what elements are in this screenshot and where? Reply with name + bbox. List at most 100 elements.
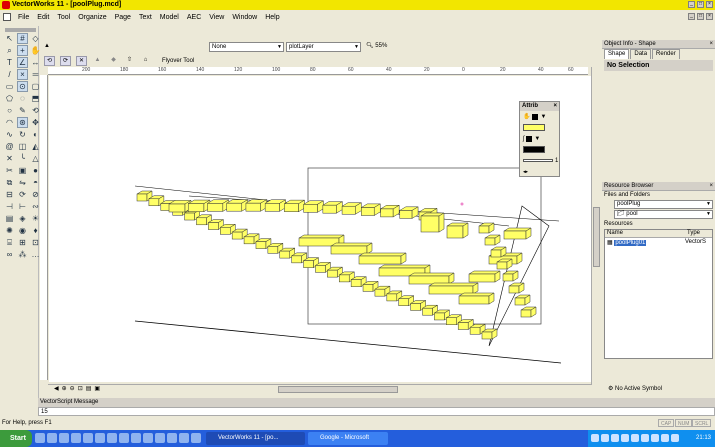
quick-launch-icon[interactable] bbox=[83, 433, 93, 443]
class-select[interactable]: None ▼ bbox=[209, 42, 284, 52]
rotate-icon[interactable]: ⟳ bbox=[17, 189, 28, 200]
attributes-close-icon[interactable]: × bbox=[553, 102, 557, 111]
mode-restrict-icon[interactable]: ✕ bbox=[76, 56, 87, 66]
zoom-page-icon[interactable]: ▤ bbox=[86, 385, 92, 392]
symbol-icon[interactable]: ◈ bbox=[17, 213, 28, 224]
object-info-close-icon[interactable]: × bbox=[709, 40, 713, 49]
doc-restore-button[interactable]: □ bbox=[697, 13, 704, 20]
light-icon[interactable]: ✺ bbox=[4, 225, 15, 236]
horizontal-scrollbar[interactable]: ◀ ⊕ ⊖ ⊡ ▤ ▣ bbox=[48, 384, 591, 393]
freehand-icon[interactable]: ∿ bbox=[4, 129, 15, 140]
table-row[interactable]: ▦ poolPlug01 VectorS bbox=[605, 238, 712, 246]
tab-data[interactable]: Data bbox=[630, 49, 652, 59]
close-button[interactable]: × bbox=[706, 1, 713, 8]
fill-color-swatch[interactable] bbox=[523, 124, 545, 131]
camera-icon[interactable]: ◉ bbox=[17, 225, 28, 236]
reshape-icon[interactable]: ◇ bbox=[30, 33, 41, 44]
palette-grip[interactable] bbox=[5, 28, 36, 32]
text-icon[interactable]: T bbox=[4, 57, 15, 68]
tray-icon[interactable] bbox=[651, 434, 659, 442]
offset-icon[interactable]: ⧉ bbox=[4, 177, 15, 188]
snap-object-icon[interactable]: + bbox=[17, 45, 28, 56]
quick-launch-icon[interactable] bbox=[71, 433, 81, 443]
locus-icon[interactable]: ✕ bbox=[4, 153, 15, 164]
quick-launch-icon[interactable] bbox=[107, 433, 117, 443]
task-browser[interactable]: Google - Microsoft Intern... bbox=[308, 432, 388, 445]
quick-launch-icon[interactable] bbox=[35, 433, 45, 443]
trim-icon[interactable]: ✂ bbox=[4, 165, 15, 176]
fillet-icon[interactable]: ╰ bbox=[17, 153, 28, 164]
arc-icon[interactable]: ◠ bbox=[4, 117, 15, 128]
snap-distance-icon[interactable]: ⊙ bbox=[17, 81, 28, 92]
tab-render[interactable]: Render bbox=[652, 49, 680, 59]
tray-icon[interactable] bbox=[591, 434, 599, 442]
clip-icon[interactable]: ⊟ bbox=[4, 189, 15, 200]
quick-launch-icon[interactable] bbox=[131, 433, 141, 443]
tray-icon[interactable] bbox=[621, 434, 629, 442]
zoom-out-icon[interactable]: ⊖ bbox=[70, 385, 75, 392]
menu-aec[interactable]: AEC bbox=[183, 14, 205, 21]
tray-icon[interactable] bbox=[631, 434, 639, 442]
zoom-icon[interactable]: ⌕ bbox=[4, 45, 15, 56]
tray-icon[interactable] bbox=[641, 434, 649, 442]
fill-dropdown-icon[interactable]: ▼ bbox=[540, 114, 546, 120]
split-icon[interactable]: ⊣ bbox=[4, 201, 15, 212]
menu-help[interactable]: Help bbox=[261, 14, 283, 21]
rectangle-icon[interactable]: ▭ bbox=[4, 81, 15, 92]
set-plane-icon[interactable]: ◫ bbox=[17, 141, 28, 152]
quick-launch-icon[interactable] bbox=[191, 433, 201, 443]
quick-launch-icon[interactable] bbox=[59, 433, 69, 443]
task-vectorworks[interactable]: VectorWorks 11 - [po... bbox=[206, 432, 305, 445]
arrowhead-icon[interactable]: ◂▸ bbox=[523, 169, 528, 175]
pen-color-swatch[interactable] bbox=[523, 146, 545, 153]
resource-browser-header[interactable]: Resource Browser × bbox=[602, 182, 715, 191]
pen-dropdown-icon[interactable]: ▼ bbox=[534, 136, 540, 142]
extra-tool-icon[interactable]: ⁂ bbox=[17, 249, 28, 260]
quick-launch-icon[interactable] bbox=[119, 433, 129, 443]
tray-icon[interactable] bbox=[611, 434, 619, 442]
app-icon[interactable] bbox=[2, 1, 10, 9]
quick-launch-icon[interactable] bbox=[95, 433, 105, 443]
snap-intersect-icon[interactable]: × bbox=[17, 69, 28, 80]
mode-flyover-icon[interactable]: ⟲ bbox=[44, 56, 55, 66]
rotate-view-icon[interactable]: ↻ bbox=[17, 129, 28, 140]
snap-angle-icon[interactable]: ∠ bbox=[17, 57, 28, 68]
line-weight-bar[interactable] bbox=[523, 159, 553, 162]
zoom-in-icon[interactable]: ⊕ bbox=[62, 385, 67, 392]
snap-tangent-icon[interactable]: ◌ bbox=[17, 93, 28, 104]
spiral-icon[interactable]: @ bbox=[4, 141, 15, 152]
drawing-canvas[interactable] bbox=[49, 76, 591, 382]
connect-icon[interactable]: ⊢ bbox=[17, 201, 28, 212]
attributes-title[interactable]: Attrib × bbox=[520, 102, 559, 111]
zoom-actual-icon[interactable]: ▣ bbox=[94, 385, 100, 392]
vectorscript-field[interactable]: 15 bbox=[38, 407, 715, 416]
folder-select[interactable]: 📁︎ pool ▼ bbox=[614, 210, 713, 219]
walkthrough-icon[interactable]: ⊛ bbox=[17, 117, 28, 128]
column-header-type[interactable]: Type bbox=[685, 230, 700, 237]
mode-walk-icon[interactable]: ⟳ bbox=[60, 56, 71, 66]
pointer-icon[interactable]: ↖ bbox=[4, 33, 15, 44]
quick-launch-icon[interactable] bbox=[167, 433, 177, 443]
menu-window[interactable]: Window bbox=[228, 14, 261, 21]
chain-icon[interactable]: ∞ bbox=[4, 249, 15, 260]
mode-look-icon[interactable]: ⇧ bbox=[124, 56, 135, 66]
tray-icon[interactable] bbox=[661, 434, 669, 442]
shell-icon[interactable]: ▣ bbox=[17, 165, 28, 176]
tab-shape[interactable]: Shape bbox=[604, 49, 630, 59]
mode-step2-icon[interactable]: ◆ bbox=[108, 56, 119, 66]
menu-file[interactable]: File bbox=[14, 14, 33, 21]
zoom-field[interactable]: 🔍︎ 55% bbox=[364, 42, 432, 52]
pen-type-icon[interactable] bbox=[526, 135, 533, 142]
line-icon[interactable]: / bbox=[4, 69, 15, 80]
menu-edit[interactable]: Edit bbox=[33, 14, 53, 21]
fill-type-icon[interactable] bbox=[532, 113, 539, 120]
viewbar-arrow-icon[interactable]: ▲ bbox=[44, 43, 50, 49]
eyedropper-icon[interactable]: ✎ bbox=[17, 105, 28, 116]
menu-model[interactable]: Model bbox=[156, 14, 183, 21]
page-prev-icon[interactable]: ◀ bbox=[54, 385, 59, 392]
mode-step-icon[interactable]: ▲ bbox=[92, 56, 103, 66]
quick-launch-icon[interactable] bbox=[47, 433, 57, 443]
start-button[interactable]: Start bbox=[0, 430, 32, 447]
minimize-button[interactable]: _ bbox=[688, 1, 695, 8]
quick-launch-icon[interactable] bbox=[155, 433, 165, 443]
